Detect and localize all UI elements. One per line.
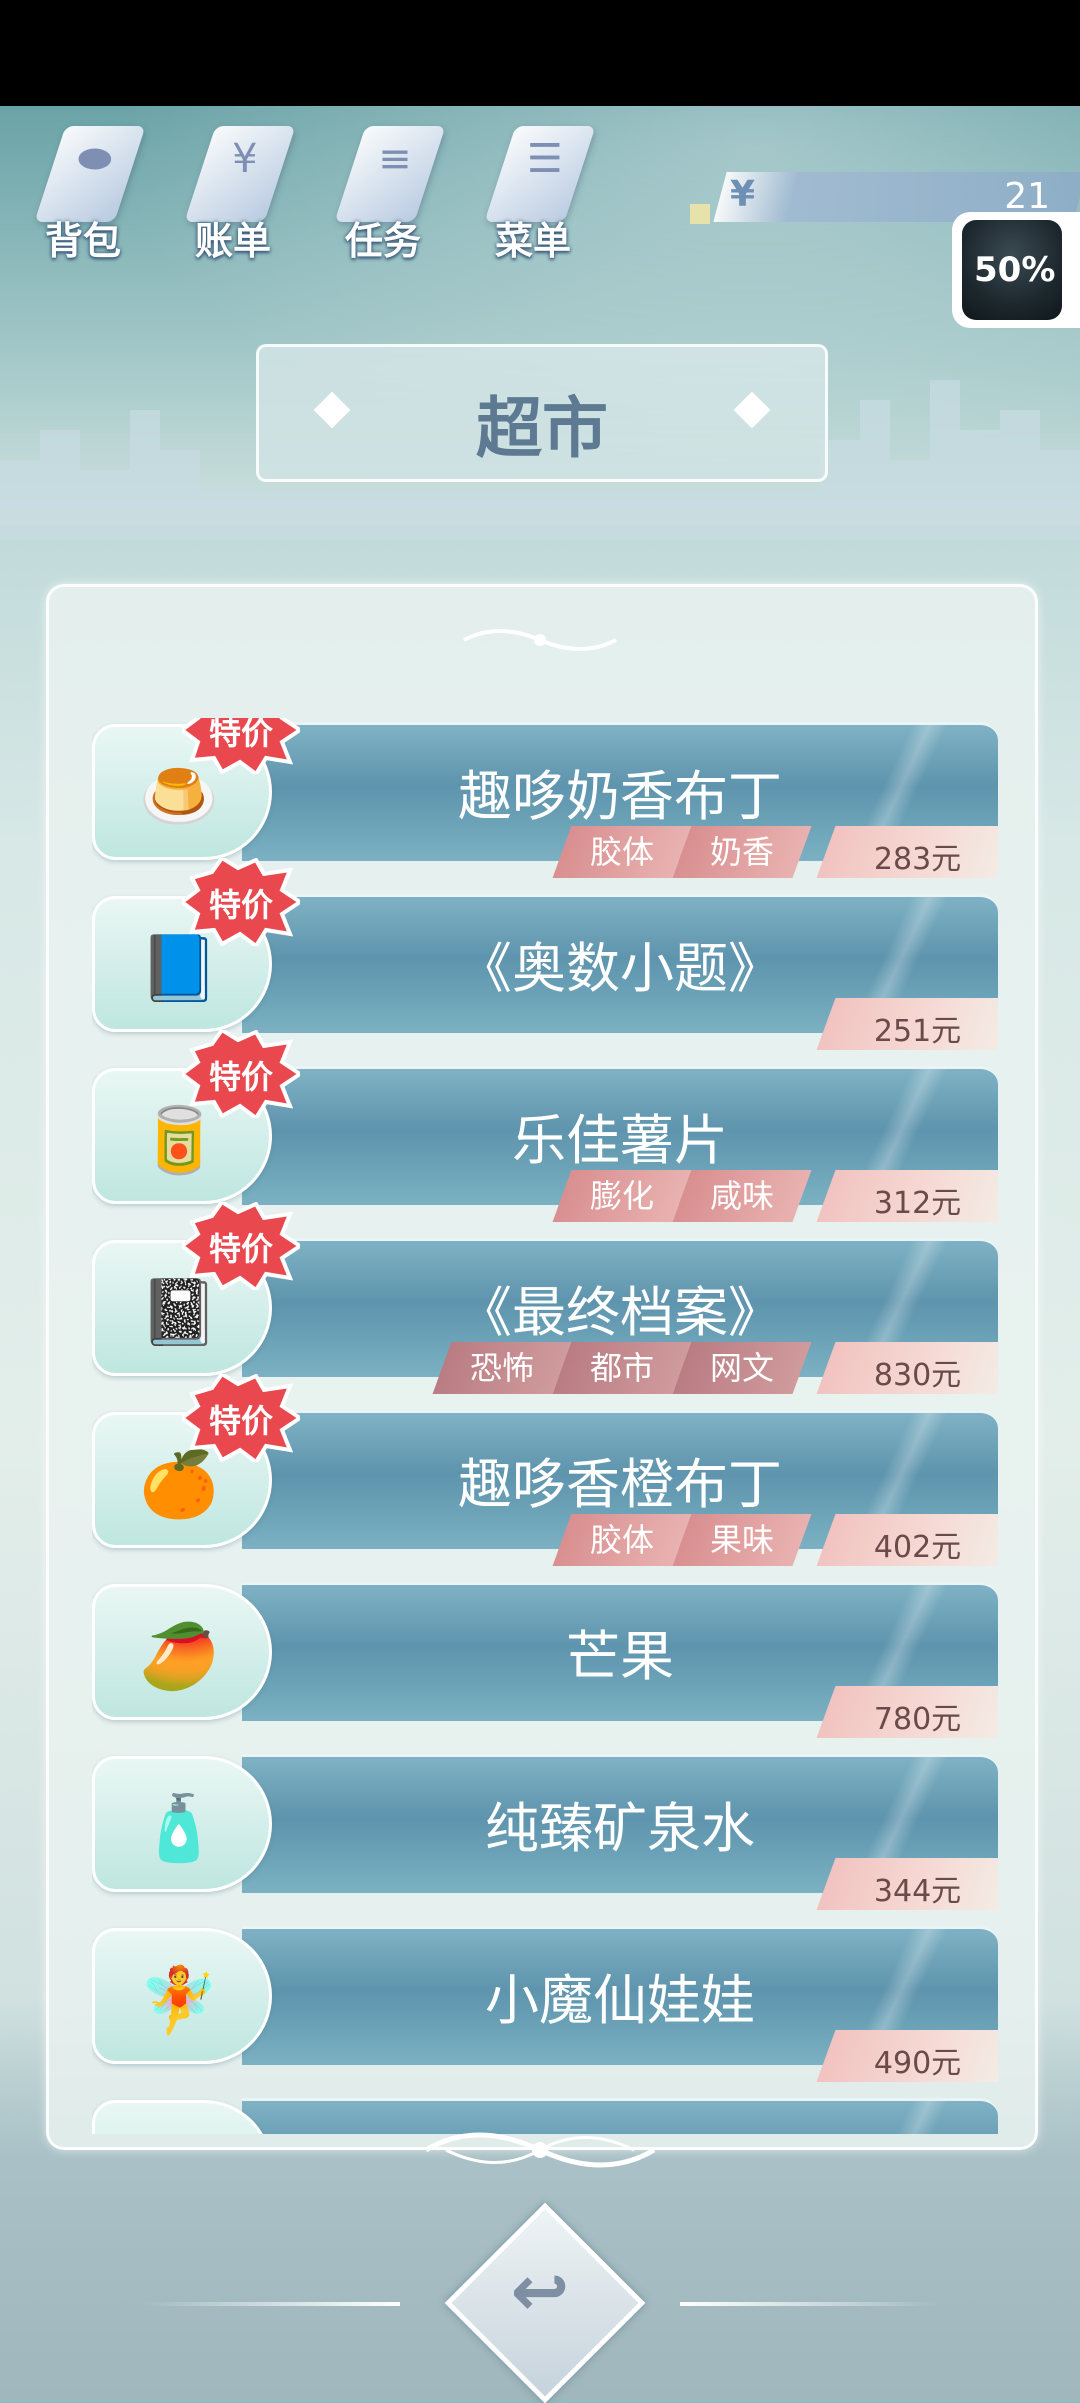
bill-icon: ¥: [184, 126, 296, 222]
list-item[interactable]: 🍊 趣哆香橙布丁 胶体 果味 402元 特价: [92, 1371, 998, 1566]
water-bottle-icon: 🧴: [139, 1792, 219, 1866]
coin-icon: [690, 204, 710, 224]
flourish-ornament-icon: [463, 629, 617, 651]
item-name: 纯臻矿泉水: [485, 1797, 755, 1860]
nav-label: 任务: [344, 219, 421, 263]
tag: 胶体: [552, 826, 692, 878]
money-value: 21: [1004, 176, 1050, 217]
nav-task-button[interactable]: ≡ 任务: [328, 120, 446, 263]
list-item[interactable]: 🧚 小魔仙娃娃 490元: [92, 1926, 998, 2082]
bag-icon: ⬬: [34, 126, 146, 222]
list-item[interactable]: 🥫 乐佳薯片 膨化 咸味 312元 特价: [92, 1027, 998, 1222]
tag-list: 胶体 奶香: [552, 826, 812, 878]
divider: [140, 2302, 400, 2306]
sale-badge: 特价: [178, 1199, 304, 1293]
tag: 网文: [672, 1342, 812, 1394]
tag: 咸味: [672, 1170, 812, 1222]
sale-badge: 特价: [178, 1371, 304, 1465]
item-name: 《最终档案》: [458, 1281, 782, 1344]
tag-list: 膨化 咸味: [552, 1170, 812, 1222]
sale-badge: 特价: [178, 855, 304, 949]
list-item[interactable]: 🍮 趣哆奶香布丁 胶体 奶香 283元 特价: [92, 718, 998, 878]
top-nav: ⬬ 背包 ¥ 账单 ≡ 任务 ☰ 菜单: [28, 120, 596, 263]
page-title: 超市: [476, 390, 608, 467]
item-name: 芒果: [566, 1625, 674, 1688]
item-name: 小魔仙娃娃: [485, 1969, 755, 2032]
price-tag: 780元: [816, 1686, 998, 1738]
tag: 胶体: [552, 1514, 692, 1566]
divider: [680, 2302, 940, 2306]
item-name: 乐佳薯片: [512, 1109, 728, 1172]
fairy-doll-icon: 🧚: [139, 1964, 219, 2038]
price-tag: 344元: [816, 1858, 998, 1910]
tag-list: 恐怖 都市 网文: [432, 1342, 812, 1394]
item-name: 趣哆奶香布丁: [458, 765, 782, 828]
price-tag: 283元: [816, 826, 998, 878]
nav-label: 背包: [44, 219, 121, 263]
mango-icon: 🥭: [139, 1620, 219, 1694]
tag: 膨化: [552, 1170, 692, 1222]
tag: 恐怖: [432, 1342, 572, 1394]
avatar-percent: 50%: [974, 250, 1056, 290]
price-tag: 490元: [816, 2030, 998, 2082]
list-item[interactable]: 🥭 芒果 780元: [92, 1582, 998, 1738]
tag: 奶香: [672, 826, 812, 878]
item-name: 趣哆香橙布丁: [458, 1453, 782, 1516]
nav-bag-button[interactable]: ⬬ 背包: [28, 120, 146, 263]
price-tag: 251元: [816, 998, 998, 1050]
tag-list: 胶体 果味: [552, 1514, 812, 1566]
menu-icon: ☰: [484, 126, 596, 222]
nav-menu-button[interactable]: ☰ 菜单: [478, 120, 596, 263]
avatar-badge[interactable]: 50%: [952, 212, 1080, 328]
item-thumb: 🥭: [92, 1584, 272, 1720]
nav-label: 菜单: [494, 219, 571, 263]
nav-label: 账单: [194, 219, 271, 263]
nav-bill-button[interactable]: ¥ 账单: [178, 120, 296, 263]
item-list[interactable]: 🍮 趣哆奶香布丁 胶体 奶香 283元 特价 📘 《奥数小题》 251元 特价 …: [92, 718, 998, 2134]
tag: 都市: [552, 1342, 692, 1394]
price-tag: 312元: [816, 1170, 998, 1222]
sale-badge: 特价: [178, 718, 304, 777]
list-item[interactable]: 📘 《奥数小题》 251元 特价: [92, 855, 998, 1050]
list-item[interactable]: 📓 《最终档案》 恐怖 都市 网文 830元 特价: [92, 1199, 998, 1394]
item-thumb: 🧴: [92, 1756, 272, 1892]
tag: 果味: [672, 1514, 812, 1566]
sale-badge: 特价: [178, 1027, 304, 1121]
price-tag: 830元: [816, 1342, 998, 1394]
list-item[interactable]: 🧴 纯臻矿泉水 344元: [92, 1754, 998, 1910]
item-name: 《奥数小题》: [458, 937, 782, 1000]
price-tag: 402元: [816, 1514, 998, 1566]
task-icon: ≡: [334, 126, 446, 222]
flourish-ornament-icon: [424, 2132, 656, 2168]
status-bar: [0, 0, 1080, 106]
back-arrow-icon: ↩: [510, 2250, 570, 2332]
page-title-box: 超市: [256, 344, 828, 482]
yen-icon: ¥: [730, 174, 756, 215]
item-thumb: 🧚: [92, 1928, 272, 2064]
